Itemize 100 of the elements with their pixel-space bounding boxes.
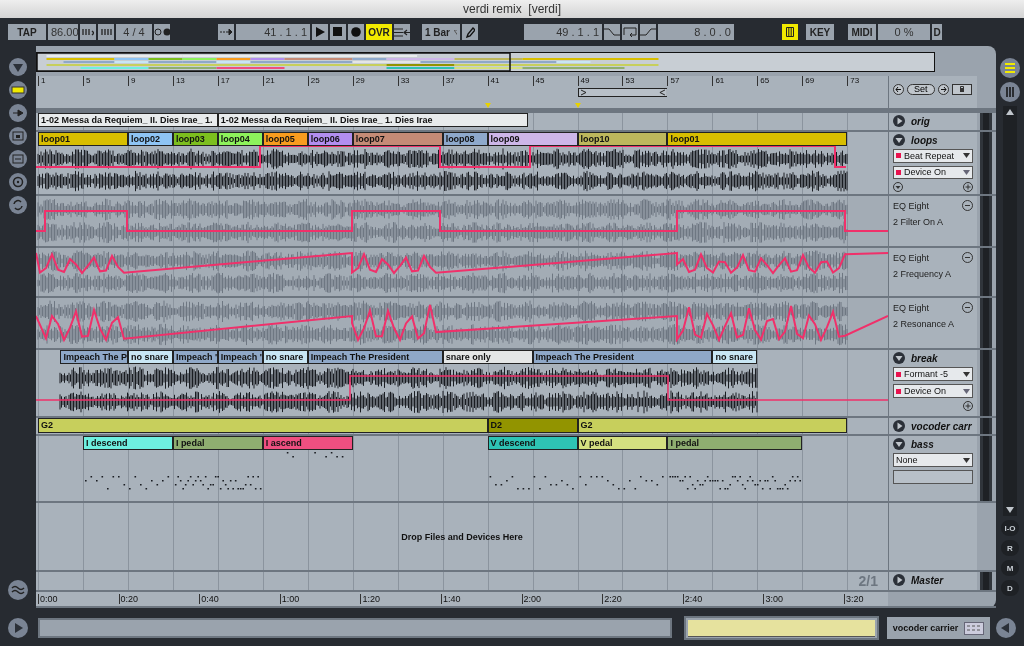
clip[interactable]: 1-02 Messa da Requiem_ II. Dies Irae_ 1. Dies Irae — [217, 113, 529, 127]
follow-icon[interactable] — [218, 24, 234, 40]
clip[interactable]: I pedal — [172, 436, 263, 450]
clip[interactable]: loop01 — [38, 132, 128, 146]
collapse-icon[interactable] — [893, 134, 905, 146]
clip[interactable]: no snare — [127, 350, 173, 364]
expand-icon[interactable] — [893, 115, 905, 127]
loop-brace[interactable] — [577, 88, 668, 98]
nudge-up-icon[interactable] — [98, 24, 114, 40]
back-icon[interactable] — [996, 618, 1016, 638]
clip[interactable]: loop10 — [577, 132, 668, 146]
parameter-dropdown[interactable]: Device On — [893, 165, 973, 179]
clip[interactable]: Impeach The President — [307, 350, 443, 364]
loop-length-field[interactable]: 8 . 0 . 0 — [658, 24, 734, 40]
position-field[interactable]: 41 . 1 . 1 — [236, 24, 310, 40]
clip[interactable]: G2 — [577, 418, 848, 433]
tap-button[interactable]: TAP — [8, 24, 46, 40]
clip[interactable]: I descend — [82, 436, 173, 450]
device-dropdown[interactable]: None — [893, 453, 973, 467]
clip[interactable]: V descend — [487, 436, 578, 450]
piano-keys-icon[interactable] — [782, 24, 798, 40]
wave-icon[interactable] — [8, 580, 28, 600]
clip[interactable]: loop08 — [442, 132, 488, 146]
automation-line[interactable] — [36, 145, 847, 168]
scroll-up-icon[interactable] — [1006, 109, 1014, 115]
clip[interactable]: loop05 — [262, 132, 308, 146]
scroll-down-icon[interactable] — [1006, 507, 1014, 513]
remove-icon[interactable] — [962, 252, 973, 263]
empty-field[interactable] — [893, 470, 973, 484]
punch-out-icon[interactable] — [640, 24, 656, 40]
clip[interactable]: loop02 — [127, 132, 173, 146]
track-name[interactable]: loops — [911, 134, 938, 146]
view-toggle-button[interactable]: D — [1001, 580, 1019, 596]
clip[interactable]: loop01 — [667, 132, 848, 146]
previous-locator-icon[interactable] — [893, 84, 904, 96]
clip[interactable]: loop03 — [172, 132, 218, 146]
bar-ruler[interactable]: 1 5 9 13 17 21 25 29 33 37 41 45 49 53 57 61 65 69 73 — [36, 76, 888, 109]
quantize-menu-icon[interactable] — [394, 24, 410, 40]
clip[interactable]: Impeach The P — [60, 350, 128, 364]
play-icon[interactable] — [8, 618, 28, 638]
add-icon[interactable] — [963, 401, 973, 411]
drop-zone[interactable]: Drop Files and Devices Here — [36, 503, 888, 570]
collapse-icon[interactable] — [893, 352, 905, 364]
clip[interactable]: no snare — [262, 350, 308, 364]
view-toggle-button[interactable]: M — [1001, 560, 1019, 576]
set-locator-button[interactable]: Set — [907, 84, 935, 96]
track-name[interactable]: orig — [911, 115, 930, 127]
clip[interactable]: snare only — [442, 350, 533, 364]
metronome-icon[interactable] — [154, 24, 170, 40]
add-icon[interactable] — [963, 182, 973, 192]
clip[interactable]: loop07 — [352, 132, 443, 146]
loop-icon[interactable] — [622, 24, 638, 40]
device-dropdown[interactable]: Beat Repeat — [893, 149, 973, 163]
expand-icon[interactable] — [893, 420, 905, 432]
mixer-icon[interactable] — [1000, 82, 1020, 102]
clip[interactable]: Impeach The President — [532, 350, 713, 364]
expand-icon[interactable] — [893, 574, 905, 586]
pencil-icon[interactable] — [462, 24, 478, 40]
clip[interactable]: I pedal — [667, 436, 803, 450]
clip[interactable]: Impeach ' — [172, 350, 218, 364]
clip[interactable]: no snare — [712, 350, 758, 364]
clip[interactable]: G2 — [38, 418, 488, 433]
clip[interactable]: V pedal — [577, 436, 668, 450]
clip[interactable]: loop06 — [307, 132, 353, 146]
lanes-toggle-icon[interactable] — [893, 182, 903, 192]
midi-map-button[interactable]: MIDI — [848, 24, 876, 40]
punch-in-icon[interactable] — [604, 24, 620, 40]
record-icon[interactable] — [348, 24, 364, 40]
tempo-field[interactable]: 86.00 — [48, 24, 78, 40]
view-toggle-button[interactable]: I-O — [1001, 520, 1019, 536]
overdub-button[interactable]: OVR — [366, 24, 392, 40]
view-toggle-button[interactable]: R — [1001, 540, 1019, 556]
clip[interactable]: D2 — [487, 418, 578, 433]
remove-icon[interactable] — [962, 200, 973, 211]
collapse-icon[interactable] — [893, 438, 905, 450]
clip[interactable]: I ascend — [262, 436, 353, 450]
loop-start-field[interactable]: 49 . 1 . 1 — [524, 24, 602, 40]
device-dropdown[interactable]: Formant -5 — [893, 367, 973, 381]
clip-view-icon[interactable] — [9, 81, 27, 99]
clip[interactable]: loop04 — [217, 132, 263, 146]
automation-line[interactable] — [36, 375, 888, 401]
track-name[interactable]: bass — [911, 438, 934, 450]
scrollbar[interactable] — [1003, 106, 1017, 516]
collapse-icon[interactable] — [9, 58, 27, 76]
lock-icon[interactable] — [951, 84, 972, 96]
parameter-dropdown[interactable]: Device On — [893, 384, 973, 398]
time-signature-field[interactable]: 4 / 4 — [116, 24, 152, 40]
clip[interactable]: 1-02 Messa da Requiem_ II. Dies Irae_ 1. — [38, 113, 218, 127]
stop-icon[interactable] — [330, 24, 346, 40]
next-locator-icon[interactable] — [937, 84, 949, 96]
remove-icon[interactable] — [962, 302, 973, 313]
menu-icon[interactable] — [1000, 58, 1020, 78]
refresh-icon[interactable] — [9, 196, 27, 214]
nudge-down-icon[interactable] — [80, 24, 96, 40]
overview-drawing[interactable] — [36, 52, 935, 72]
key-map-button[interactable]: KEY — [806, 24, 834, 40]
clip[interactable]: loop09 — [487, 132, 578, 146]
play-icon[interactable] — [312, 24, 328, 40]
quantize-dropdown[interactable]: 1 Bar — [422, 24, 460, 40]
time-ruler[interactable]: 0:00 0:20 0:40 1:00 1:20 1:40 2:00 2:20 2:40 3:00 3:20 — [36, 592, 888, 606]
